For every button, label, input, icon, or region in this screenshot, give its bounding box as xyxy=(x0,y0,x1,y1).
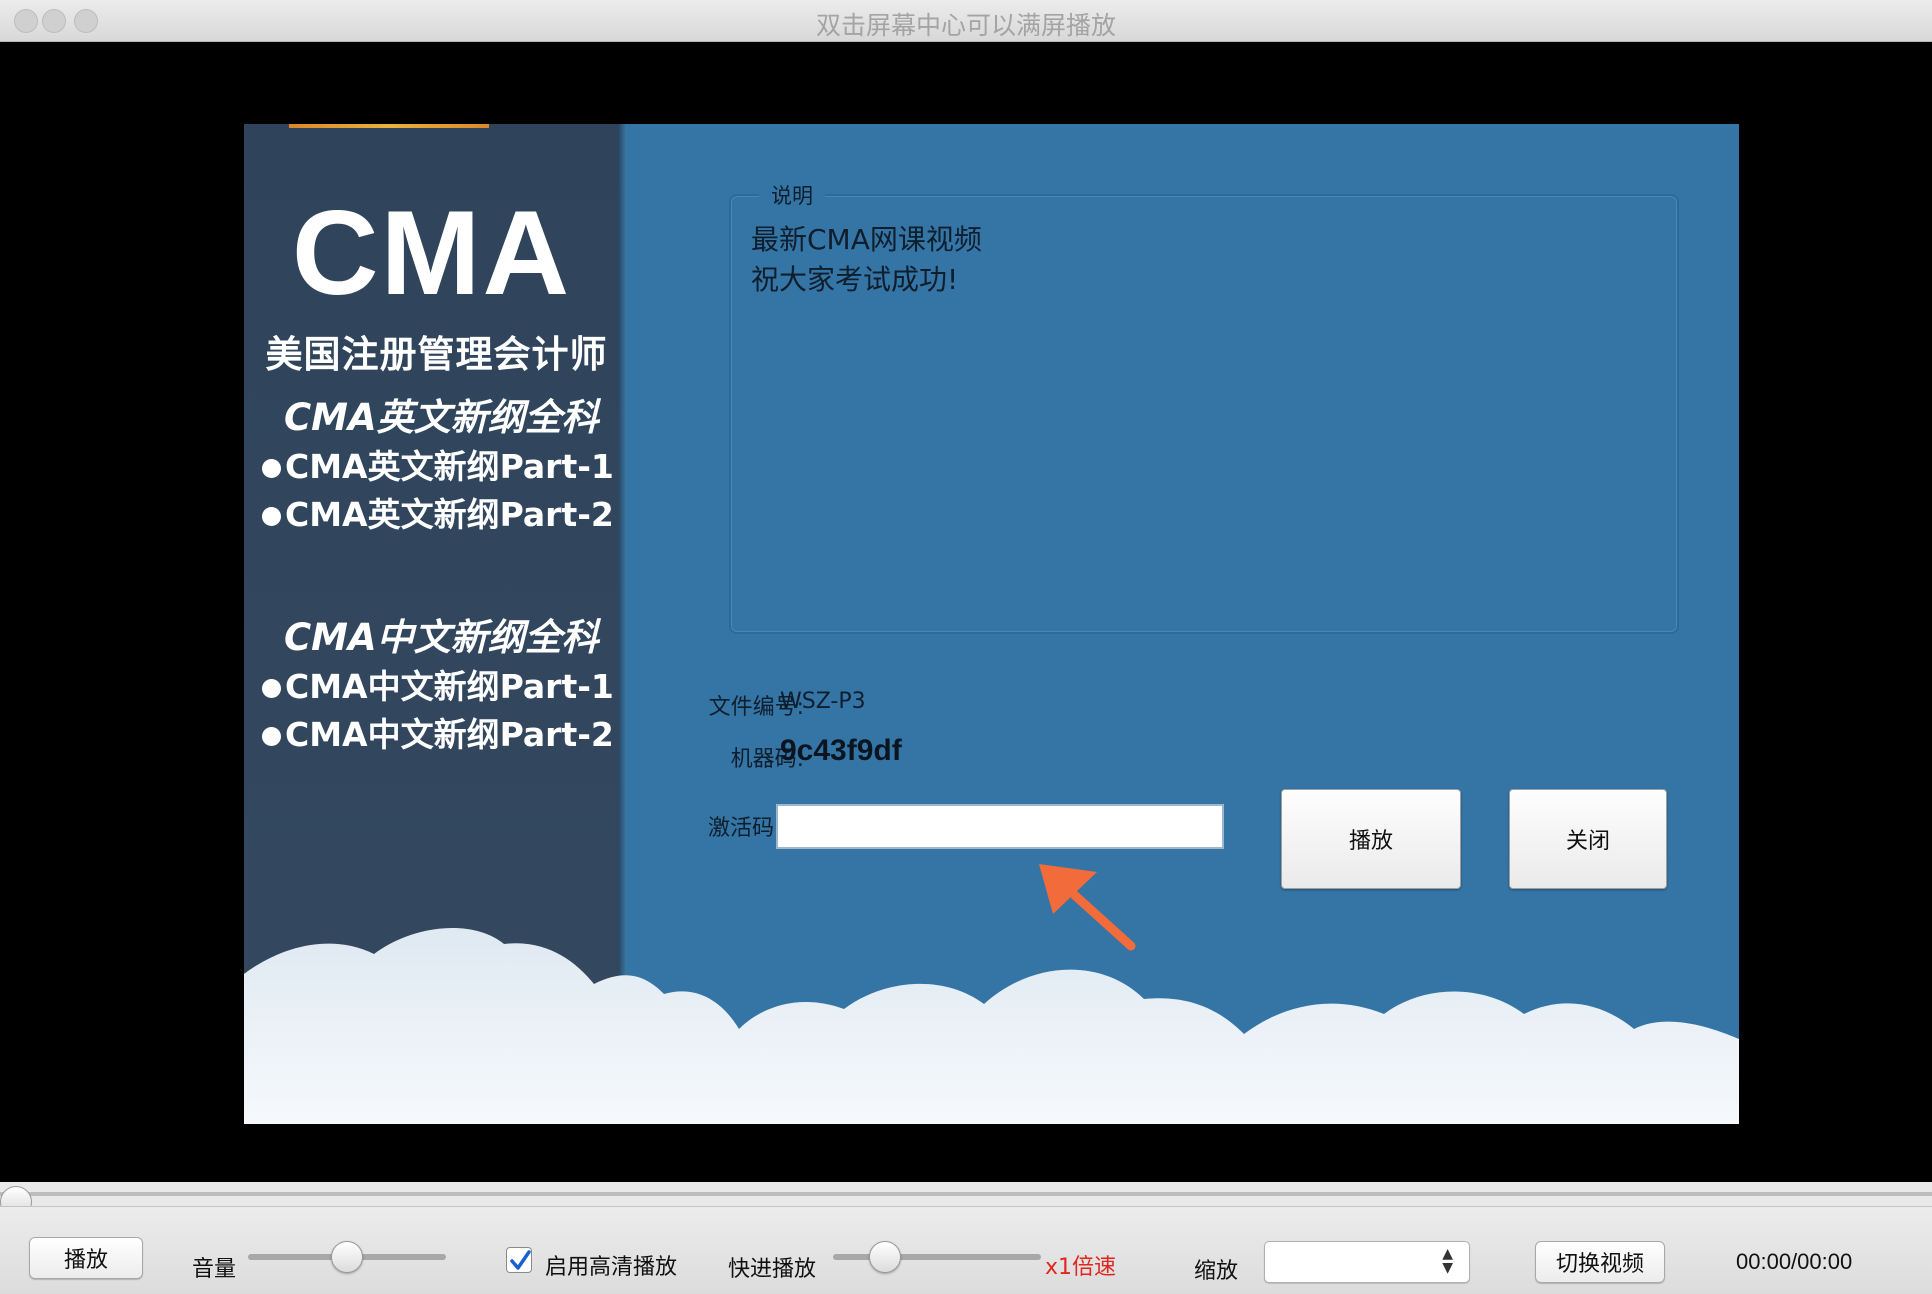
description-legend: 说明 xyxy=(759,180,825,210)
volume-label: 音量 xyxy=(192,1257,237,1282)
course-panel: CMA 美国注册管理会计师 CMA英文新纲全科 CMA英文新纲Part-1 CM… xyxy=(244,124,619,1124)
speed-slider-knob[interactable] xyxy=(869,1241,901,1273)
hd-checkbox-label: 启用高清播放 xyxy=(545,1255,678,1280)
fast-forward-label: 快进播放 xyxy=(728,1257,817,1282)
list-item: CMA中文新纲Part-2 xyxy=(262,708,614,756)
bullet-dot-icon xyxy=(262,727,281,746)
control-bar: 播放 音量 启用高清播放 快进播放 x1倍速 缩放 ▲ ▼ 切换视频 00:00/… xyxy=(0,1206,1932,1294)
list-item: CMA英文新纲Part-2 xyxy=(262,488,614,536)
file-number-value: WSZ-P3 xyxy=(780,689,866,714)
select-arrows-icon: ▲ ▼ xyxy=(1442,1246,1453,1276)
panel-divider xyxy=(619,124,627,1124)
cma-logo: CMA xyxy=(291,186,572,320)
zoom-select[interactable]: ▲ ▼ xyxy=(1264,1241,1470,1283)
speed-slider[interactable] xyxy=(833,1254,1041,1260)
list-item: CMA英文新纲Part-1 xyxy=(262,440,614,488)
machine-code-value: 9c43f9df xyxy=(780,734,902,767)
list-item: CMA中文新纲Part-1 xyxy=(262,660,614,708)
description-line: 最新CMA网课视频 xyxy=(751,223,982,256)
switch-video-button[interactable]: 切换视频 xyxy=(1535,1241,1665,1283)
top-strip xyxy=(289,124,489,128)
play-button[interactable]: 播放 xyxy=(29,1237,143,1279)
description-line: 祝大家考试成功! xyxy=(751,263,959,296)
title-bar: 双击屏幕中心可以满屏播放 xyxy=(0,0,1932,42)
close-button[interactable]: 关闭 xyxy=(1509,789,1667,889)
volume-slider-knob[interactable] xyxy=(331,1241,363,1273)
description-box: 说明 最新CMA网课视频 祝大家考试成功! xyxy=(729,180,1679,634)
progress-line xyxy=(0,1192,1932,1196)
bullet-dot-icon xyxy=(262,459,281,478)
bullet-dot-icon xyxy=(262,679,281,698)
chinese-heading: CMA中文新纲全科 xyxy=(284,616,599,659)
video-area[interactable]: CMA 美国注册管理会计师 CMA英文新纲全科 CMA英文新纲Part-1 CM… xyxy=(0,42,1932,1182)
progress-bar[interactable] xyxy=(0,1182,1932,1206)
english-heading: CMA英文新纲全科 xyxy=(284,396,599,439)
time-display: 00:00/00:00 xyxy=(1736,1249,1853,1274)
hd-checkbox[interactable] xyxy=(506,1247,532,1273)
bullet-dot-icon xyxy=(262,507,281,526)
speed-text: x1倍速 xyxy=(1045,1255,1117,1280)
video-frame: CMA 美国注册管理会计师 CMA英文新纲全科 CMA英文新纲Part-1 CM… xyxy=(244,124,1739,1124)
zoom-label: 缩放 xyxy=(1194,1259,1239,1284)
checkmark-icon xyxy=(510,1250,531,1270)
activation-label: 激活码 xyxy=(707,816,774,841)
cma-subtitle: 美国注册管理会计师 xyxy=(265,333,608,376)
window-title: 双击屏幕中心可以满屏播放 xyxy=(815,11,1116,40)
activation-code-input[interactable] xyxy=(776,804,1224,849)
play-video-button[interactable]: 播放 xyxy=(1281,789,1461,889)
arrow-icon xyxy=(1039,864,1136,951)
